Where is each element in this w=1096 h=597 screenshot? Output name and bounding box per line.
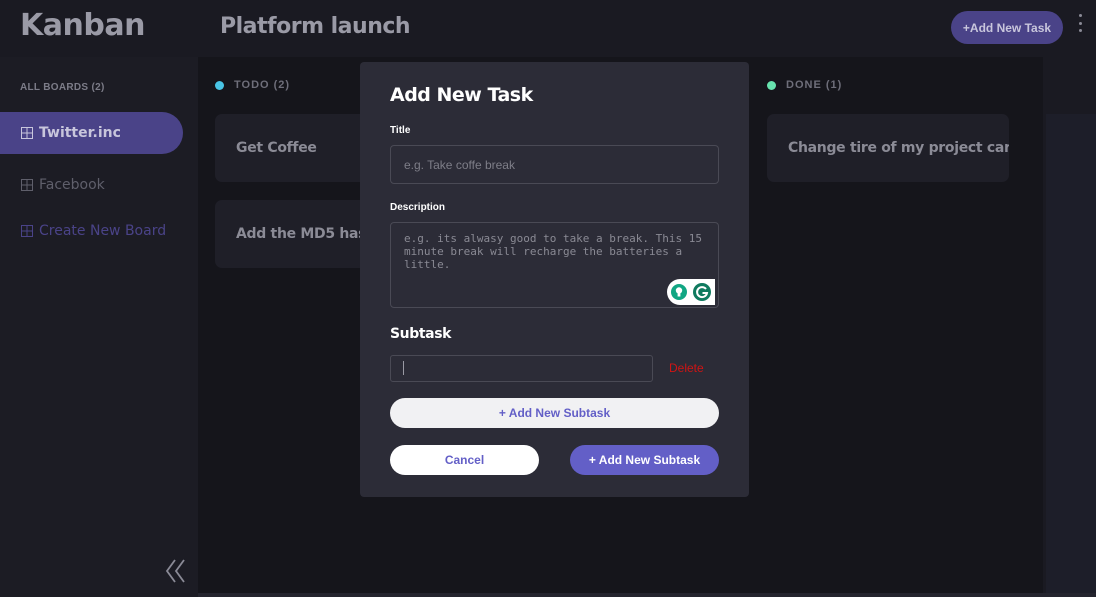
double-chevron-left-icon[interactable] <box>164 557 188 585</box>
subtask-label: Subtask <box>390 326 452 342</box>
sidebar: ALL BOARDS (2) Twitter.inc Facebook Crea… <box>0 57 198 597</box>
grammarly-widget[interactable] <box>667 279 715 305</box>
sidebar-item-facebook[interactable]: Facebook <box>0 164 183 206</box>
modal-title: Add New Task <box>390 84 533 106</box>
sidebar-item-label: Create New Board <box>39 223 167 239</box>
submit-button[interactable]: + Add New Subtask <box>570 445 719 475</box>
cancel-button[interactable]: Cancel <box>390 445 539 475</box>
grammarly-icon[interactable] <box>692 282 712 302</box>
create-new-board-button[interactable]: Create New Board <box>0 210 183 252</box>
text-caret <box>403 361 404 375</box>
description-label: Description <box>390 202 446 213</box>
column-status-dot <box>767 80 776 90</box>
sidebar-item-twitter[interactable]: Twitter.inc <box>0 112 183 154</box>
horizontal-scrollbar[interactable] <box>198 593 1096 597</box>
title-input[interactable] <box>390 145 719 184</box>
sidebar-item-label: Twitter.inc <box>39 125 121 141</box>
subtask-input[interactable] <box>390 355 653 382</box>
add-task-modal: Add New Task Title Description Subtask D… <box>360 62 749 497</box>
column-header-todo: TODO (2) <box>215 79 290 91</box>
add-new-task-button[interactable]: +Add New Task <box>951 11 1063 44</box>
board-title: Platform launch <box>220 14 411 39</box>
delete-subtask-button[interactable]: Delete <box>669 361 704 375</box>
app-logo: Kanban <box>20 8 145 43</box>
kebab-menu-icon[interactable] <box>1075 14 1085 32</box>
title-label: Title <box>390 125 411 136</box>
board-grid-icon <box>21 179 33 191</box>
column-title: TODO (2) <box>234 79 291 91</box>
board-grid-icon <box>21 225 33 237</box>
task-card[interactable]: Change tire of my project car <box>767 114 1009 182</box>
sidebar-item-label: Facebook <box>39 177 105 193</box>
column-header-done: DONE (1) <box>767 79 842 91</box>
column-status-dot <box>215 80 224 90</box>
add-new-subtask-button[interactable]: + Add New Subtask <box>390 398 719 428</box>
all-boards-label: ALL BOARDS (2) <box>20 82 105 93</box>
column-title: DONE (1) <box>786 79 843 91</box>
board-grid-icon <box>21 127 33 139</box>
new-column-area[interactable] <box>1043 57 1096 593</box>
lightbulb-icon[interactable] <box>670 283 688 301</box>
